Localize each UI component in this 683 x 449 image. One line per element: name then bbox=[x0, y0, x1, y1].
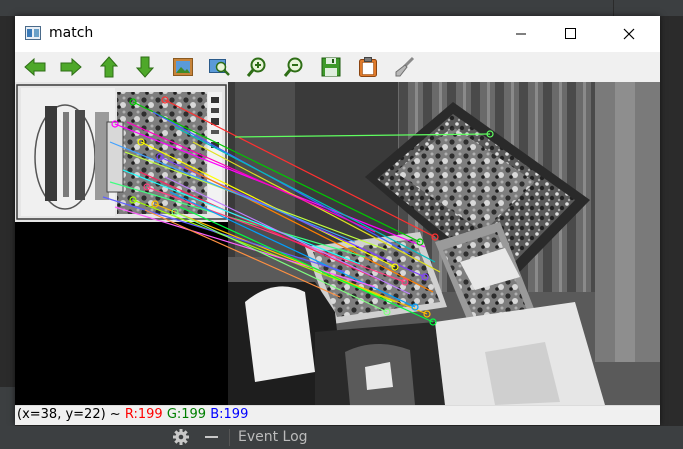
ide-left-strip bbox=[0, 387, 15, 426]
zoom-in-icon bbox=[246, 57, 266, 77]
zoom-image-icon bbox=[209, 59, 230, 76]
zoom-original-button[interactable] bbox=[208, 55, 232, 79]
arrow-left-icon bbox=[24, 57, 46, 77]
window-title: match bbox=[49, 25, 94, 41]
event-log-tab[interactable]: Event Log bbox=[238, 429, 308, 445]
title-bar[interactable]: match bbox=[15, 16, 660, 52]
green-value: G:199 bbox=[166, 407, 207, 422]
arrow-right-icon bbox=[60, 57, 82, 77]
pan-up-button[interactable] bbox=[97, 55, 121, 79]
arrow-down-icon bbox=[135, 56, 155, 78]
zoom-out-button[interactable] bbox=[282, 55, 306, 79]
minimize-button[interactable] bbox=[498, 16, 544, 52]
pan-right-button[interactable] bbox=[59, 55, 83, 79]
app-icon bbox=[25, 26, 41, 40]
gear-icon[interactable] bbox=[172, 428, 190, 446]
status-bar: (x=38, y=22) ~ R:199 G:199 B:199 bbox=[15, 405, 660, 425]
floppy-disk-icon bbox=[321, 57, 341, 77]
close-icon bbox=[623, 28, 635, 40]
cursor-coordinates: (x=38, y=22) ~ bbox=[17, 407, 121, 422]
image-canvas[interactable] bbox=[15, 82, 660, 405]
maximize-icon bbox=[565, 28, 576, 39]
pan-down-button[interactable] bbox=[133, 55, 157, 79]
ide-top-separator bbox=[613, 0, 614, 16]
properties-button[interactable] bbox=[393, 55, 417, 79]
close-button[interactable] bbox=[606, 16, 652, 52]
ide-top-panel bbox=[0, 0, 683, 16]
zoom-in-button[interactable] bbox=[245, 55, 269, 79]
minimize-icon bbox=[516, 33, 526, 35]
maximize-button[interactable] bbox=[548, 16, 594, 52]
copy-button[interactable] bbox=[356, 55, 380, 79]
picture-icon bbox=[173, 58, 193, 76]
minimize-panel-icon[interactable] bbox=[205, 436, 218, 438]
brush-icon bbox=[395, 56, 415, 77]
blue-value: B:199 bbox=[210, 407, 249, 422]
save-button[interactable] bbox=[319, 55, 343, 79]
toolbar-separator bbox=[229, 429, 230, 446]
clipboard-icon bbox=[359, 57, 377, 77]
feature-match-image bbox=[15, 82, 660, 405]
toolbar bbox=[15, 52, 660, 82]
pan-left-button[interactable] bbox=[23, 55, 47, 79]
red-value: R:199 bbox=[124, 407, 163, 422]
zoom-out-icon bbox=[283, 57, 303, 77]
image-window: match (x=38, y=22) ~ R:199 G:199 B:199 bbox=[15, 16, 660, 425]
ide-bottom-bar: Event Log bbox=[0, 426, 683, 449]
arrow-up-icon bbox=[99, 56, 119, 78]
zoom-fit-button[interactable] bbox=[171, 55, 195, 79]
pixel-info: (x=38, y=22) ~ R:199 G:199 B:199 bbox=[17, 407, 248, 422]
